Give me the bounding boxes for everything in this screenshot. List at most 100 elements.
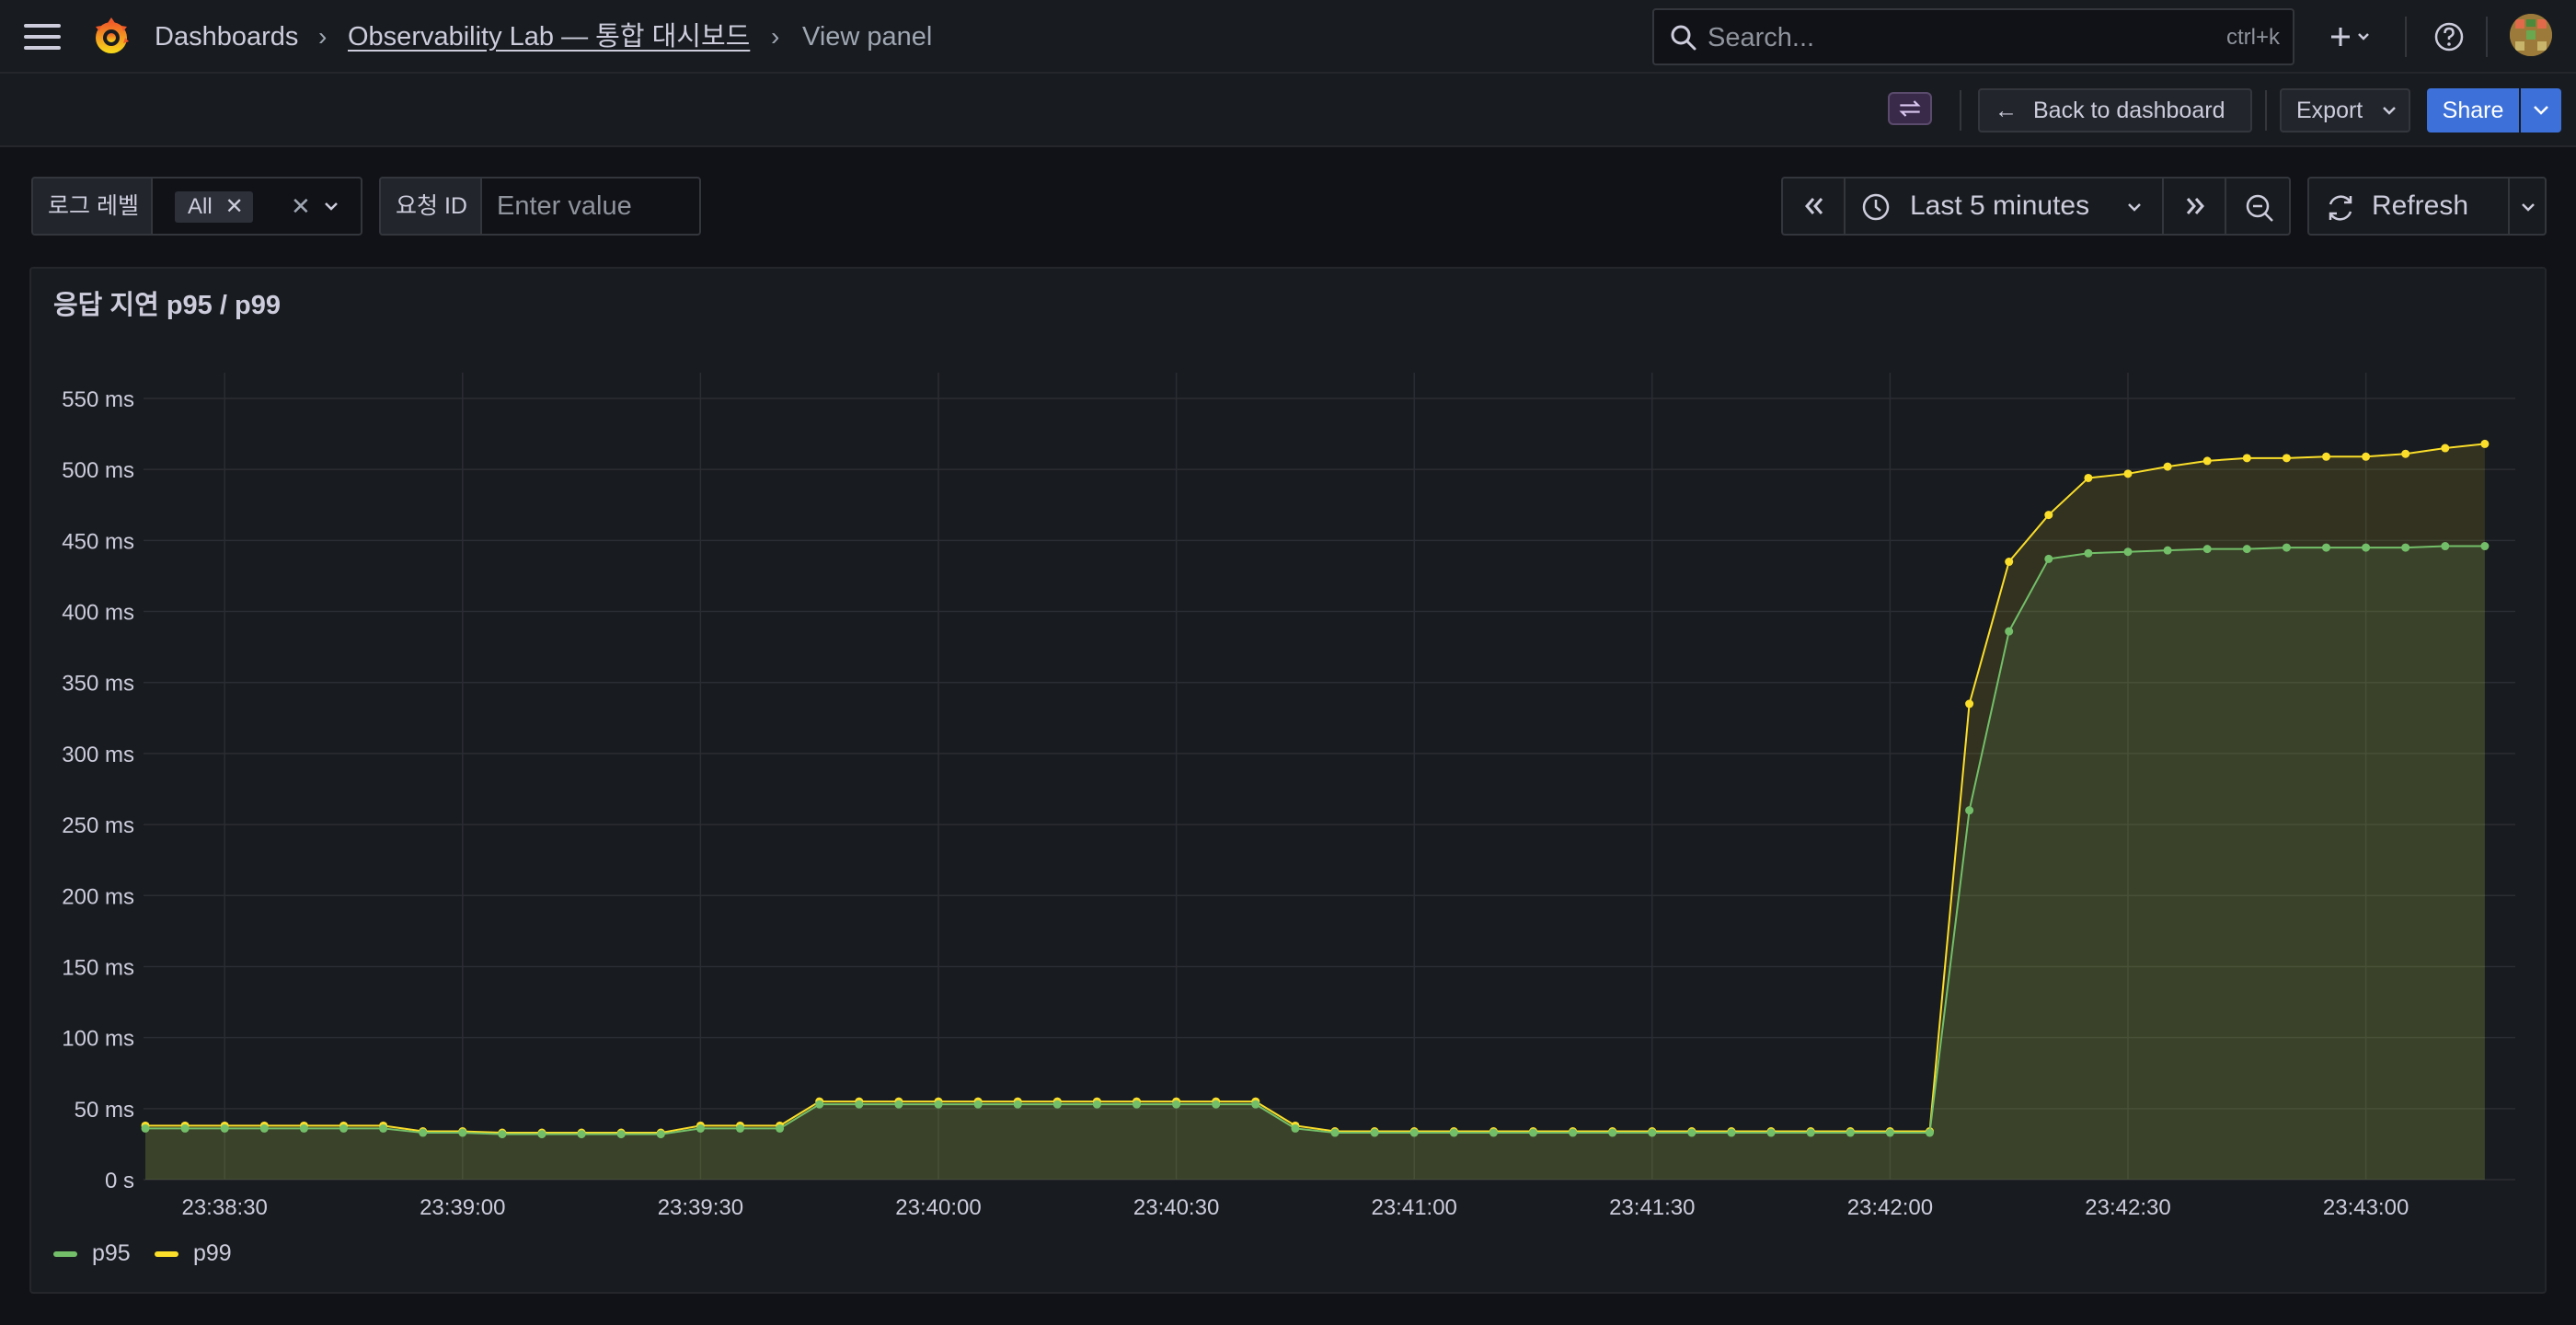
chevrons-right-icon xyxy=(2186,198,2204,214)
chevron-down-icon xyxy=(2128,203,2141,212)
point-p95 xyxy=(339,1123,348,1133)
point-p95 xyxy=(1092,1100,1101,1109)
chevrons-left-icon xyxy=(1805,198,1823,214)
point-p99 xyxy=(2005,558,2014,567)
point-p95 xyxy=(1212,1100,1221,1109)
avatar[interactable] xyxy=(2510,14,2552,56)
point-p99 xyxy=(1965,699,1974,709)
log-level-value: All xyxy=(188,194,213,219)
point-p95 xyxy=(1172,1100,1181,1109)
refresh-interval-dropdown[interactable] xyxy=(2508,177,2547,236)
breadcrumb-separator: › xyxy=(771,22,780,51)
share-button[interactable]: Share xyxy=(2427,88,2519,132)
search-placeholder: Search... xyxy=(1708,23,1815,52)
point-p95 xyxy=(1529,1128,1537,1137)
point-p95 xyxy=(2441,542,2450,551)
share-menu-chevron-icon[interactable] xyxy=(2521,88,2561,132)
point-p95 xyxy=(1449,1128,1458,1137)
refresh-icon xyxy=(2329,195,2352,221)
zoom-out-icon xyxy=(2246,194,2273,222)
point-p95 xyxy=(537,1130,546,1139)
point-p95 xyxy=(1370,1128,1379,1137)
point-p95 xyxy=(1251,1100,1260,1109)
point-p99 xyxy=(2362,452,2371,461)
point-p95 xyxy=(776,1123,785,1133)
point-p95 xyxy=(141,1123,150,1133)
swap-icon[interactable] xyxy=(1888,92,1932,125)
time-shift-forward-button[interactable] xyxy=(2162,177,2226,236)
point-p95 xyxy=(973,1100,983,1109)
search-box[interactable]: Search... ctrl+k xyxy=(1652,8,2294,65)
point-p95 xyxy=(577,1130,586,1139)
time-range-picker[interactable]: Last 5 minutes xyxy=(1844,177,2164,236)
time-shift-back-button[interactable] xyxy=(1781,177,1846,236)
panel-toolbar: ← Back to dashboard Export Share xyxy=(0,74,2576,147)
point-p99 xyxy=(2401,449,2410,458)
divider xyxy=(2405,17,2407,57)
legend-item-p95[interactable]: p95 xyxy=(53,1237,145,1270)
panel-title: 응답 지연 p95 / p99 xyxy=(53,291,281,320)
point-p95 xyxy=(1489,1128,1498,1137)
point-p95 xyxy=(1013,1100,1022,1109)
grafana-logo[interactable] xyxy=(88,14,134,60)
point-p95 xyxy=(299,1123,308,1133)
point-p95 xyxy=(419,1128,428,1137)
point-p95 xyxy=(855,1100,864,1109)
breadcrumb-dashboard-link[interactable]: Observability Lab — 통합 대시보드 xyxy=(348,18,750,55)
request-id-field[interactable] xyxy=(480,177,701,236)
divider xyxy=(2265,90,2267,131)
arrow-left-icon: ← xyxy=(1995,98,2018,123)
request-id-input[interactable] xyxy=(482,179,699,234)
point-p95 xyxy=(1965,806,1974,815)
point-p95 xyxy=(2084,548,2093,558)
export-button[interactable]: Export xyxy=(2280,88,2410,132)
variable-label-log-level: 로그 레벨 xyxy=(31,177,153,236)
point-p95 xyxy=(2362,543,2371,552)
clear-icon[interactable]: ✕ xyxy=(291,190,311,223)
point-p95 xyxy=(1806,1128,1815,1137)
log-level-chip[interactable]: All ✕ xyxy=(175,191,253,223)
point-p95 xyxy=(1926,1128,1934,1137)
point-p95 xyxy=(220,1123,229,1133)
point-p95 xyxy=(1569,1128,1578,1137)
legend-swatch-p99 xyxy=(155,1251,178,1257)
legend-item-p99[interactable]: p99 xyxy=(155,1237,247,1270)
refresh-button[interactable]: Refresh xyxy=(2307,177,2510,236)
point-p95 xyxy=(1052,1100,1062,1109)
point-p95 xyxy=(2480,542,2490,551)
chevron-down-icon[interactable] xyxy=(322,199,340,213)
variable-label-request-id: 요청 ID xyxy=(379,177,482,236)
point-p99 xyxy=(2044,511,2053,520)
point-p95 xyxy=(458,1128,467,1137)
point-p99 xyxy=(2163,462,2172,471)
plus-icon[interactable] xyxy=(2318,17,2375,57)
point-p99 xyxy=(2480,439,2490,448)
point-p95 xyxy=(736,1123,744,1133)
log-level-select[interactable]: All ✕ ✕ xyxy=(151,177,362,236)
point-p95 xyxy=(696,1123,705,1133)
back-button-label: Back to dashboard xyxy=(2033,98,2225,123)
close-icon[interactable]: ✕ xyxy=(225,191,244,223)
point-p95 xyxy=(1291,1123,1300,1133)
back-to-dashboard-button[interactable]: ← Back to dashboard xyxy=(1978,88,2252,132)
point-p99 xyxy=(2322,452,2330,461)
legend-swatch-p95 xyxy=(53,1251,77,1257)
help-icon[interactable] xyxy=(2429,17,2469,57)
export-button-label: Export xyxy=(2296,98,2363,123)
clock-icon xyxy=(1862,193,1890,221)
point-p95 xyxy=(1330,1128,1340,1137)
top-navbar: Dashboards › Observability Lab — 통합 대시보드… xyxy=(0,0,2576,74)
point-p95 xyxy=(934,1100,943,1109)
point-p95 xyxy=(1687,1128,1696,1137)
zoom-out-button[interactable] xyxy=(2225,177,2291,236)
legend-label-p95: p95 xyxy=(92,1240,131,1266)
point-p95 xyxy=(2202,545,2212,554)
breadcrumb-separator: › xyxy=(318,22,328,51)
breadcrumb-dashboards[interactable]: Dashboards xyxy=(155,18,298,55)
point-p95 xyxy=(2242,545,2251,554)
point-p95 xyxy=(2163,546,2172,555)
point-p99 xyxy=(2084,473,2093,482)
menu-icon[interactable] xyxy=(22,20,63,53)
point-p95 xyxy=(2322,543,2330,552)
point-p95 xyxy=(379,1123,388,1133)
